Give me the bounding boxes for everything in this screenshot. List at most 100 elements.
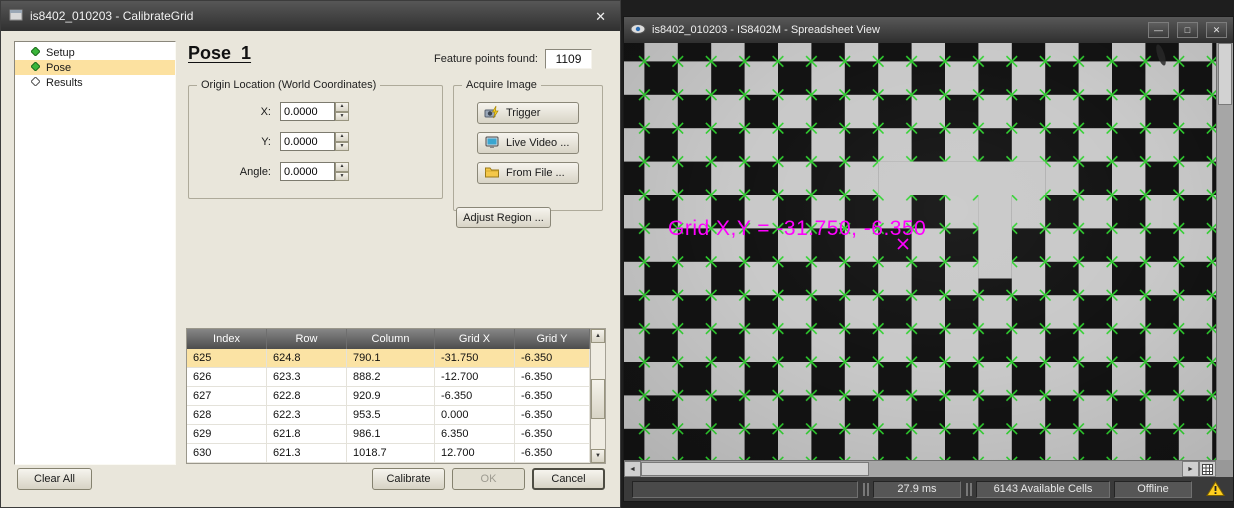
steps-tree: Setup Pose Results	[14, 41, 176, 465]
column-header-column: Column	[347, 329, 435, 349]
table-scrollbar-track[interactable]	[591, 343, 605, 449]
trigger-button[interactable]: Trigger	[477, 102, 579, 124]
cell-index: 627	[187, 387, 267, 405]
table-row[interactable]: 628 622.3 953.5 0.000 -6.350	[187, 406, 590, 425]
warning-button[interactable]	[1206, 481, 1225, 497]
live-video-button[interactable]: Live Video ...	[477, 132, 579, 154]
ok-button[interactable]: OK	[452, 468, 525, 490]
cell-column: 986.1	[347, 425, 435, 443]
acquire-group-title: Acquire Image	[462, 79, 541, 91]
cell-row: 621.3	[267, 444, 347, 462]
maximize-icon: □	[1185, 25, 1190, 35]
origin-group-title: Origin Location (World Coordinates)	[197, 79, 380, 91]
trigger-button-label: Trigger	[506, 107, 540, 119]
tree-item-setup[interactable]: Setup	[15, 45, 175, 60]
spreadsheet-view-window: is8402_010203 - IS8402M - Spreadsheet Vi…	[623, 16, 1234, 502]
trigger-icon	[484, 104, 500, 123]
origin-y-input[interactable]	[280, 132, 335, 151]
cell-column: 888.2	[347, 368, 435, 386]
spin-down-icon[interactable]: ▼	[335, 172, 349, 182]
fiducial-horizontal-bar	[878, 162, 1045, 195]
insight-eye-icon	[630, 21, 646, 40]
cell-gridx: -12.700	[435, 368, 515, 386]
horizontal-scrollbar-thumb[interactable]	[641, 462, 869, 476]
minimize-button[interactable]: —	[1148, 22, 1169, 38]
origin-location-group: Origin Location (World Coordinates) X: ▲…	[188, 85, 443, 199]
scroll-up-icon[interactable]: ▲	[591, 329, 605, 343]
spreadsheet-titlebar[interactable]: is8402_010203 - IS8402M - Spreadsheet Vi…	[624, 17, 1233, 43]
cell-gridy: -6.350	[515, 406, 590, 424]
scroll-right-icon[interactable]: ►	[1182, 461, 1199, 477]
table-row[interactable]: 626 623.3 888.2 -12.700 -6.350	[187, 368, 590, 387]
status-progress-bar	[632, 481, 858, 498]
calibrate-button[interactable]: Calibrate	[372, 468, 445, 490]
live-video-button-label: Live Video ...	[506, 137, 569, 149]
desktop: is8402_010203 - CalibrateGrid ✕ Setup Po…	[0, 0, 1234, 508]
column-header-index: Index	[187, 329, 267, 349]
spreadsheet-window-title: is8402_010203 - IS8402M - Spreadsheet Vi…	[652, 24, 1140, 36]
scroll-left-icon[interactable]: ◄	[624, 461, 641, 477]
cell-row: 622.3	[267, 406, 347, 424]
checkerboard-image	[624, 43, 1216, 460]
spreadsheet-toggle-button[interactable]	[1199, 461, 1216, 477]
cell-row: 624.8	[267, 349, 347, 367]
feature-points-value: 1109	[545, 49, 592, 69]
live-video-icon	[484, 134, 500, 153]
maximize-button[interactable]: □	[1177, 22, 1198, 38]
close-icon: ✕	[1213, 25, 1221, 36]
cell-column: 790.1	[347, 349, 435, 367]
tree-item-label: Results	[46, 77, 83, 89]
pose-heading: Pose 1	[188, 43, 251, 64]
vertical-scrollbar[interactable]	[1216, 43, 1233, 460]
window-title: is8402_010203 - CalibrateGrid	[30, 9, 584, 23]
from-file-button[interactable]: From File ...	[477, 162, 579, 184]
vertical-scrollbar-thumb[interactable]	[1218, 43, 1232, 105]
origin-angle-row: Angle: ▲ ▼	[195, 162, 349, 181]
adjust-region-label: Adjust Region ...	[463, 212, 544, 224]
table-row[interactable]: 629 621.8 986.1 6.350 -6.350	[187, 425, 590, 444]
tree-item-label: Setup	[46, 47, 75, 59]
origin-angle-spinner: ▲ ▼	[335, 162, 349, 181]
calibrate-grid-titlebar[interactable]: is8402_010203 - CalibrateGrid ✕	[1, 1, 620, 31]
origin-x-input[interactable]	[280, 102, 335, 121]
table-header: Index Row Column Grid X Grid Y	[187, 329, 590, 349]
origin-y-label: Y:	[195, 136, 280, 148]
origin-x-label: X:	[195, 106, 280, 118]
horizontal-scrollbar-track[interactable]	[641, 461, 1182, 477]
cell-index: 626	[187, 368, 267, 386]
calibrate-grid-window: is8402_010203 - CalibrateGrid ✕ Setup Po…	[0, 0, 621, 508]
origin-x-row: X: ▲ ▼	[195, 102, 349, 121]
tree-item-label: Pose	[46, 62, 71, 74]
tree-item-results[interactable]: Results	[15, 75, 175, 90]
table-scrollbar-thumb[interactable]	[591, 379, 605, 419]
close-button[interactable]: ✕	[591, 8, 610, 25]
spin-down-icon[interactable]: ▼	[335, 142, 349, 152]
cell-index: 625	[187, 349, 267, 367]
spin-down-icon[interactable]: ▼	[335, 112, 349, 122]
cancel-button[interactable]: Cancel	[532, 468, 605, 490]
grid-origin-marker-icon	[896, 237, 910, 256]
calibration-image-area[interactable]: Grid X,Y = -31.750, -6.350	[624, 43, 1216, 460]
spin-up-icon[interactable]: ▲	[335, 102, 349, 112]
grid-xy-overlay-label: Grid X,Y = -31.750, -6.350	[668, 217, 926, 241]
done-diamond-icon	[31, 47, 40, 59]
table-scrollbar[interactable]: ▲ ▼	[590, 328, 606, 464]
origin-y-row: Y: ▲ ▼	[195, 132, 349, 151]
table-row[interactable]: 630 621.3 1018.7 12.700 -6.350	[187, 444, 590, 463]
scroll-down-icon[interactable]: ▼	[591, 449, 605, 463]
pending-diamond-icon	[31, 77, 40, 89]
tree-item-pose[interactable]: Pose	[15, 60, 175, 75]
status-acquisition-time: 27.9 ms	[873, 481, 961, 498]
adjust-region-button[interactable]: Adjust Region ...	[456, 207, 551, 228]
column-header-gridy: Grid Y	[515, 329, 590, 349]
cell-gridx: -31.750	[435, 349, 515, 367]
spin-up-icon[interactable]: ▲	[335, 132, 349, 142]
table-row[interactable]: 625 624.8 790.1 -31.750 -6.350	[187, 349, 590, 368]
origin-angle-input[interactable]	[280, 162, 335, 181]
done-diamond-icon	[31, 62, 40, 74]
clear-all-button[interactable]: Clear All	[17, 468, 92, 490]
horizontal-scrollbar[interactable]: ◄ ►	[624, 460, 1216, 477]
spin-up-icon[interactable]: ▲	[335, 162, 349, 172]
close-button[interactable]: ✕	[1206, 22, 1227, 38]
table-row[interactable]: 627 622.8 920.9 -6.350 -6.350	[187, 387, 590, 406]
